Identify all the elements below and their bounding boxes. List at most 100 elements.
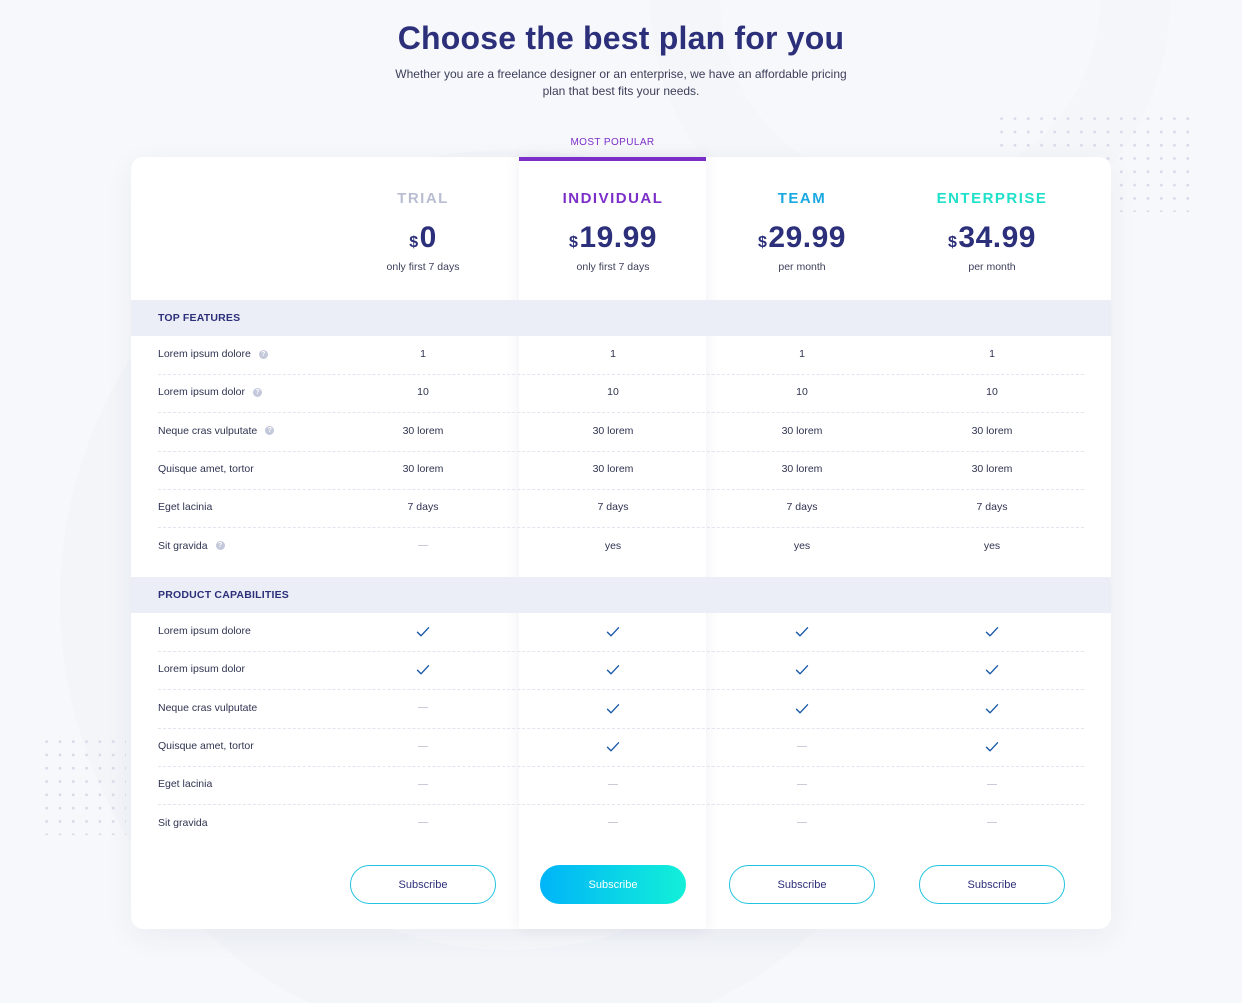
row-divider	[158, 689, 1084, 691]
feature-label: Lorem ipsum dolore?	[158, 348, 268, 360]
row-divider	[158, 651, 1084, 653]
feature-label-text: Quisque amet, tortor	[158, 739, 254, 752]
table-cell: 30 lorem	[592, 424, 634, 437]
feature-label-text: Eget lacinia	[158, 778, 213, 791]
check-icon	[742, 703, 862, 715]
feature-label-text: Sit gravida	[158, 539, 208, 552]
page-subtitle: Whether you are a freelance designer or …	[395, 67, 847, 98]
feature-label: Neque cras vulputate?	[158, 424, 275, 437]
section-title: PRODUCT CAPABILITIES	[158, 589, 289, 601]
table-cell: 10	[986, 386, 998, 399]
row-divider	[158, 489, 1084, 491]
feature-label: Sit gravida?	[158, 540, 225, 552]
currency-symbol: $	[758, 234, 768, 251]
question-circle-icon[interactable]: ?	[215, 541, 225, 550]
check-icon	[932, 626, 1052, 638]
most-popular-badge: MOST POPULAR	[570, 137, 655, 148]
feature-label-text: Neque cras vulputate	[158, 701, 258, 714]
dash-icon	[932, 778, 1052, 790]
table-cell: yes	[604, 539, 622, 552]
table-cell: 30 lorem	[971, 462, 1013, 475]
feature-label: Quisque amet, tortor	[158, 463, 254, 475]
page-title: Choose the best plan for you	[397, 20, 845, 56]
feature-label: Sit gravida	[158, 817, 208, 829]
check-icon	[932, 703, 1052, 715]
table-cell: 30 lorem	[781, 462, 823, 475]
row-divider	[158, 804, 1084, 806]
dash-icon	[797, 745, 807, 747]
section-title: TOP FEATURES	[158, 312, 241, 324]
feature-label: Quisque amet, tortor	[158, 740, 254, 752]
price-amount: 34.99	[958, 221, 1036, 254]
feature-label: Lorem ipsum dolor?	[158, 386, 262, 398]
check-icon	[553, 741, 673, 753]
table-cell: 30 lorem	[592, 462, 634, 475]
dash-icon	[608, 822, 618, 824]
feature-label-text: Lorem ipsum dolor	[158, 386, 245, 399]
table-cell: yes	[983, 539, 1001, 552]
dash-icon	[553, 817, 673, 829]
dash-icon	[932, 817, 1052, 829]
table-cell: 7 days	[407, 501, 439, 514]
dot-grid-decoration	[40, 735, 126, 835]
dash-icon	[418, 783, 428, 785]
plan-name: ENTERPRISE	[936, 190, 1048, 207]
subscribe-button-enterprise[interactable]: Subscribe	[919, 865, 1065, 904]
currency-symbol: $	[569, 234, 579, 251]
check-icon	[363, 664, 483, 676]
feature-label: Neque cras vulputate	[158, 702, 257, 714]
table-cell: 30 lorem	[781, 424, 823, 437]
dash-icon	[797, 822, 807, 824]
plan-header-enterprise: ENTERPRISE $34.99 per month	[897, 190, 1087, 273]
table-cell: 10	[796, 386, 808, 399]
dash-icon	[363, 740, 483, 752]
table-cell: 7 days	[976, 501, 1008, 514]
feature-label: Eget lacinia	[158, 778, 212, 790]
plan-header-team: TEAM $29.99 per month	[707, 190, 897, 273]
table-cell: yes	[793, 539, 811, 552]
feature-label-text: Neque cras vulputate	[158, 424, 258, 437]
question-circle-icon[interactable]: ?	[252, 387, 262, 397]
question-circle-icon[interactable]: ?	[258, 349, 268, 359]
price-amount: 19.99	[579, 221, 657, 254]
dash-icon	[363, 778, 483, 790]
plan-name: TRIAL	[397, 190, 449, 207]
table-cell: 30 lorem	[971, 424, 1013, 437]
row-divider	[158, 766, 1084, 768]
check-icon	[363, 626, 483, 638]
table-cell: 1	[799, 348, 805, 360]
row-divider	[158, 727, 1084, 729]
table-cell: 10	[607, 386, 619, 399]
plan-price: $34.99	[897, 221, 1087, 255]
table-cell: 1	[989, 348, 995, 360]
dash-icon	[553, 778, 673, 790]
table-cell: 30 lorem	[402, 462, 444, 475]
plan-price: $19.99	[518, 221, 708, 255]
row-divider	[158, 374, 1084, 376]
price-amount: 0	[419, 221, 437, 254]
dash-icon	[742, 740, 862, 752]
subscribe-button-team[interactable]: Subscribe	[729, 865, 875, 904]
question-circle-icon[interactable]: ?	[265, 426, 275, 436]
dash-icon	[363, 540, 483, 552]
dash-icon	[418, 745, 428, 747]
check-icon	[553, 703, 673, 715]
subscribe-button-trial[interactable]: Subscribe	[350, 865, 496, 904]
row-divider	[158, 450, 1084, 452]
table-cell: 10	[417, 386, 429, 399]
row-divider	[158, 527, 1084, 529]
dash-icon	[742, 817, 862, 829]
table-cell: 1	[610, 348, 616, 360]
table-cell: 7 days	[786, 501, 818, 514]
dash-icon	[418, 545, 428, 547]
section-header-bar	[131, 300, 1111, 336]
check-icon	[932, 741, 1052, 753]
check-icon	[742, 626, 862, 638]
subscribe-button-individual[interactable]: Subscribe	[540, 865, 686, 904]
check-icon	[553, 626, 673, 638]
check-icon	[932, 664, 1052, 676]
row-divider	[158, 412, 1084, 414]
dash-icon	[797, 783, 807, 785]
dash-icon	[418, 707, 428, 709]
feature-label: Lorem ipsum dolore	[158, 625, 251, 637]
